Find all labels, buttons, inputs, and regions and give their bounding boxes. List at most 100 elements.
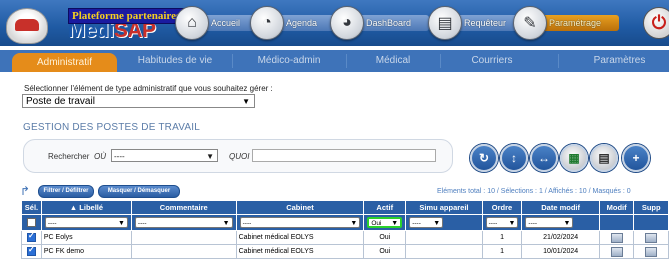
tab-medical[interactable]: Médical (348, 50, 438, 72)
plus-icon: + (632, 151, 640, 165)
tab-divider (440, 54, 441, 68)
col-header-commentaire[interactable]: Commentaire (130, 200, 237, 215)
filter-value: ---- (488, 220, 498, 227)
mask-toggle-button[interactable]: Masquer / Démasquer (98, 185, 180, 198)
delete-icon[interactable] (645, 246, 658, 257)
select-all-checkbox[interactable] (26, 218, 36, 227)
vertical-resize-button[interactable]: ↕ (500, 144, 528, 172)
up-down-arrows-icon: ↕ (511, 151, 517, 165)
nav-agenda[interactable]: ◔ Agenda (250, 6, 336, 40)
table-row[interactable]: PC FK demo Cabinet médical EOLYS Oui 1 1… (21, 244, 669, 259)
horizontal-resize-button[interactable]: ↔ (530, 144, 558, 172)
filter-actif-select[interactable]: Oui ▼ (367, 217, 403, 228)
col-header-ordre[interactable]: Ordre (481, 200, 523, 215)
filter-value: ---- (242, 220, 252, 227)
chevron-down-icon: ▼ (222, 220, 230, 227)
print-button[interactable]: ▤ (590, 144, 618, 172)
tab-parametres[interactable]: Paramètres (570, 50, 669, 72)
cell-supp (633, 230, 669, 245)
cell-simu (405, 244, 483, 259)
workstations-table: Sél. ▲ Libellé Commentaire Cabinet Actif… (21, 200, 669, 259)
row-select-cell (21, 230, 42, 245)
cell-cabinet: Cabinet médical EOLYS (235, 244, 365, 259)
col-header-modif: Modif (598, 200, 635, 215)
tab-medico-admin[interactable]: Médico-admin (234, 50, 344, 72)
col-header-select: Sél. (21, 200, 42, 215)
nav-accueil[interactable]: ⌂ Accueil (175, 6, 259, 40)
chevron-down-icon: ▼ (206, 152, 214, 161)
chevron-down-icon: ▼ (117, 220, 125, 227)
section-tabbar: Administratif Habitudes de vie Médico-ad… (0, 50, 669, 72)
col-header-date-modif[interactable]: Date modif (521, 200, 600, 215)
cell-actif: Oui (363, 230, 407, 245)
delete-icon[interactable] (645, 232, 658, 243)
left-right-arrows-icon: ↔ (538, 151, 550, 165)
search-where-select[interactable]: ---- ▼ (111, 149, 218, 162)
partner-platform-badge: Plateforme partenaires (68, 8, 185, 24)
row-select-checkbox[interactable] (26, 232, 36, 242)
page-title: GESTION DES POSTES DE TRAVAIL (23, 122, 200, 133)
filter-value: ---- (528, 220, 538, 227)
col-header-cabinet[interactable]: Cabinet (235, 200, 365, 215)
filter-ordre-select[interactable]: ---- ▼ (485, 217, 519, 228)
cell-commentaire (130, 244, 237, 259)
chevron-down-icon: ▼ (508, 220, 516, 227)
search-input[interactable] (252, 149, 436, 162)
add-button[interactable]: + (622, 144, 650, 172)
agenda-icon: ◔ (250, 6, 284, 40)
tab-courriers[interactable]: Courriers (442, 50, 542, 72)
refresh-button[interactable]: ↻ (470, 144, 498, 172)
cell-ordre: 1 (481, 244, 523, 259)
filter-date-select[interactable]: ---- ▼ (525, 217, 574, 228)
filter-ordre-cell: ---- ▼ (481, 214, 523, 231)
chevron-down-icon: ▼ (391, 220, 399, 227)
cell-actif: Oui (363, 244, 407, 259)
cell-modif (598, 244, 635, 259)
cell-ordre: 1 (481, 230, 523, 245)
tab-administratif[interactable]: Administratif (12, 53, 117, 72)
chevron-down-icon: ▼ (563, 220, 571, 227)
filter-row: ---- ▼ ---- ▼ ---- ▼ Oui ▼ ---- ▼ ---- ▼ ---- ▼ (21, 214, 669, 231)
tab-divider (232, 54, 233, 68)
app-logo[interactable]: MediSAP Plateforme partenaires (4, 2, 185, 44)
cell-commentaire (130, 230, 237, 245)
table-row[interactable]: PC Eolys Cabinet médical EOLYS Oui 1 21/… (21, 230, 669, 245)
nav-parametrage[interactable]: ✎ Paramétrage (513, 6, 620, 40)
cell-libelle: PC Eolys (40, 230, 132, 245)
cell-libelle: PC FK demo (40, 244, 132, 259)
filter-simu-select[interactable]: ---- ▼ (409, 217, 444, 228)
edit-icon[interactable] (610, 246, 623, 257)
ambulance-logo-icon (6, 8, 48, 44)
filter-value: Oui (371, 220, 382, 227)
col-header-simu-appareil[interactable]: Simu appareil (405, 200, 483, 215)
filter-libelle-cell: ---- ▼ (40, 214, 132, 231)
logout-power-button[interactable]: ⏻ (643, 7, 669, 39)
filter-actif-cell: Oui ▼ (363, 214, 407, 231)
filter-libelle-select[interactable]: ---- ▼ (44, 217, 128, 228)
edit-icon[interactable] (610, 232, 623, 243)
export-excel-button[interactable]: ▦ (560, 144, 588, 172)
filter-modif-cell (598, 214, 635, 231)
tab-divider (558, 54, 559, 68)
filter-cabinet-select[interactable]: ---- ▼ (239, 217, 361, 228)
chevron-down-icon: ▼ (242, 97, 250, 106)
cell-date-modif: 21/02/2024 (521, 230, 600, 245)
filter-commentaire-select[interactable]: ---- ▼ (134, 217, 233, 228)
tab-habitudes-de-vie[interactable]: Habitudes de vie (120, 50, 230, 72)
nav-dashboard[interactable]: ◕ DashBoard (330, 6, 430, 40)
cell-modif (598, 230, 635, 245)
home-icon: ⌂ (175, 6, 209, 40)
power-icon: ⏻ (651, 12, 667, 33)
search-what-label: QUOI (229, 152, 250, 161)
element-type-label: Sélectionner l'élément de type administr… (24, 84, 273, 93)
filter-toggle-button[interactable]: Filtrer / Défiltrer (38, 185, 94, 198)
element-type-value: Poste de travail (26, 96, 95, 107)
search-panel: Rechercher OÙ ---- ▼ QUOI (23, 139, 453, 173)
row-select-checkbox[interactable] (26, 246, 36, 256)
printer-icon: ▤ (428, 6, 462, 40)
col-header-actif[interactable]: Actif (363, 200, 407, 215)
tab-divider (346, 54, 347, 68)
element-type-select[interactable]: Poste de travail ▼ (22, 94, 255, 108)
nav-requeteur[interactable]: ▤ Requêteur (428, 6, 525, 40)
col-header-libelle[interactable]: ▲ Libellé (40, 200, 132, 215)
